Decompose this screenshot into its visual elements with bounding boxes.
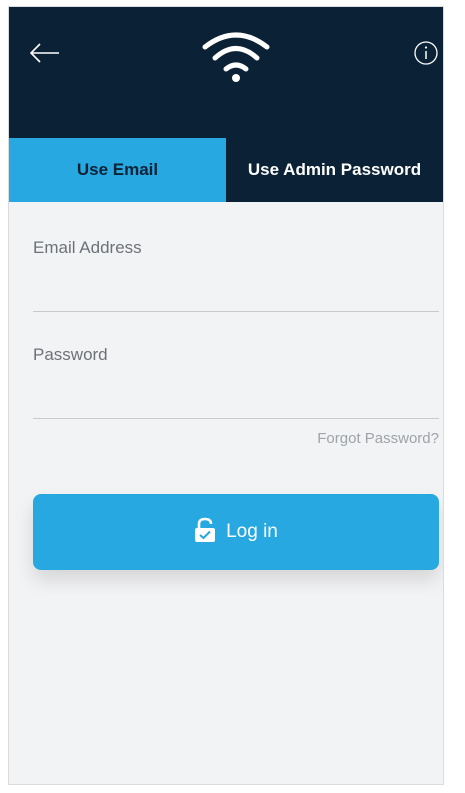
app-screen: Use Email Use Admin Password Email Addre… (8, 6, 444, 785)
tab-use-admin-password[interactable]: Use Admin Password (226, 138, 443, 202)
tab-use-email[interactable]: Use Email (9, 138, 226, 202)
arrow-left-icon (29, 43, 59, 63)
password-label: Password (33, 345, 108, 364)
login-method-tabs: Use Email Use Admin Password (9, 138, 443, 202)
login-button[interactable]: Log in (33, 494, 439, 570)
wifi-icon (199, 25, 273, 85)
info-icon (414, 41, 438, 65)
email-field-group: Email Address (33, 202, 439, 312)
forgot-password-link[interactable]: Forgot Password? (317, 430, 439, 447)
login-form: Email Address Password Forgot Password? (33, 202, 439, 447)
password-field-group: Password (33, 309, 439, 419)
info-button[interactable] (413, 40, 439, 66)
back-button[interactable] (27, 35, 63, 71)
email-label: Email Address (33, 238, 142, 257)
password-field[interactable] (33, 375, 439, 419)
unlock-icon (195, 517, 216, 542)
app-header: Use Email Use Admin Password (9, 7, 443, 202)
login-button-label: Log in (226, 521, 278, 542)
email-field[interactable] (33, 268, 439, 312)
